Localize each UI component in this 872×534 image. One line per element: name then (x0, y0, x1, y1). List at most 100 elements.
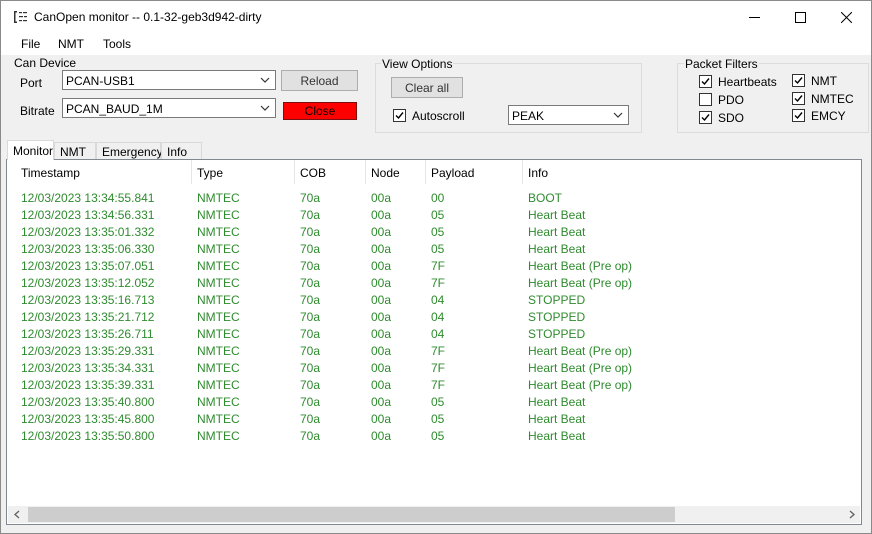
tab-info[interactable]: Info (161, 142, 202, 159)
nmt-checkbox[interactable] (792, 74, 805, 87)
cell-cob: 70a (300, 429, 321, 443)
column-header-info[interactable]: Info (523, 160, 861, 184)
table-row[interactable]: 12/03/2023 13:35:40.800 NMTEC 70a 00a 05 Hear… (7, 394, 861, 411)
scroll-left-button[interactable] (8, 506, 25, 523)
bitrate-select[interactable]: PCAN_BAUD_1M (62, 98, 276, 118)
cell-cob: 70a (300, 259, 321, 273)
column-header-type[interactable]: Type (192, 160, 295, 184)
heartbeats-label: Heartbeats (718, 75, 777, 89)
monitor-list[interactable]: Timestamp Type COB Node Payload Info 12/… (6, 159, 862, 525)
port-select[interactable]: PCAN-USB1 (62, 70, 276, 90)
checkmark-icon (794, 77, 803, 85)
cell-payload: 00 (431, 191, 445, 205)
tab-emergency[interactable]: Emergency (96, 142, 163, 159)
autoscroll-label: Autoscroll (412, 109, 465, 123)
menu-file[interactable]: File (21, 37, 40, 51)
cell-info: Heart Beat (Pre op) (528, 361, 633, 375)
checkmark-icon (701, 78, 710, 86)
port-label: Port (20, 76, 43, 90)
cell-cob: 70a (300, 412, 321, 426)
cell-timestamp: 12/03/2023 13:35:16.713 (21, 293, 155, 307)
reload-button[interactable]: Reload (281, 70, 358, 91)
tab-nmt[interactable]: NMT (54, 142, 96, 159)
cell-timestamp: 12/03/2023 13:35:12.052 (21, 276, 155, 290)
menu-nmt[interactable]: NMT (58, 37, 84, 51)
cell-node: 00a (371, 208, 392, 222)
table-row[interactable]: 12/03/2023 13:35:16.713 NMTEC 70a 00a 04 STOP… (7, 292, 861, 309)
tab-nmt-label: NMT (60, 145, 86, 159)
cell-node: 00a (371, 378, 392, 392)
maximize-button[interactable] (777, 1, 823, 33)
table-row[interactable]: 12/03/2023 13:35:01.332 NMTEC 70a 00a 05 Hear… (7, 224, 861, 241)
port-select-value: PCAN-USB1 (66, 74, 135, 88)
clear-all-button[interactable]: Clear all (391, 77, 463, 98)
cell-type: NMTEC (197, 293, 240, 307)
tab-monitor[interactable]: Monitor (7, 140, 54, 160)
cell-cob: 70a (300, 361, 321, 375)
autoscroll-checkbox[interactable] (393, 109, 406, 122)
table-row[interactable]: 12/03/2023 13:35:39.331 NMTEC 70a 00a 7F Hear… (7, 377, 861, 394)
title-bar[interactable]: CanOpen monitor -- 0.1-32-geb3d942-dirty (1, 1, 871, 33)
sdo-label: SDO (718, 111, 745, 125)
chevron-down-icon (260, 77, 270, 83)
table-row[interactable]: 12/03/2023 13:35:50.800 NMTEC 70a 00a 05 Hear… (7, 428, 861, 445)
cell-info: Heart Beat (Pre op) (528, 259, 633, 273)
menu-tools[interactable]: Tools (103, 37, 131, 51)
sdo-checkbox[interactable] (699, 111, 712, 124)
table-row[interactable]: 12/03/2023 13:35:07.051 NMTEC 70a 00a 7F Hear… (7, 258, 861, 275)
cell-info: Heart Beat (Pre op) (528, 378, 633, 392)
cell-timestamp: 12/03/2023 13:35:07.051 (21, 259, 155, 273)
table-row[interactable]: 12/03/2023 13:35:21.712 NMTEC 70a 00a 04 STOP… (7, 309, 861, 326)
cell-node: 00a (371, 327, 392, 341)
main-window: CanOpen monitor -- 0.1-32-geb3d942-dirty… (0, 0, 872, 534)
cell-cob: 70a (300, 225, 321, 239)
chevron-down-icon (260, 105, 270, 111)
chevron-down-icon (613, 112, 623, 118)
cell-cob: 70a (300, 327, 321, 341)
cell-payload: 05 (431, 242, 445, 256)
emcy-label: EMCY (811, 109, 846, 123)
pdo-label: PDO (718, 93, 745, 107)
cell-info: Heart Beat (528, 412, 586, 426)
table-row[interactable]: 12/03/2023 13:34:55.841 NMTEC 70a 00a 00 BOOT (7, 190, 861, 207)
maximize-icon (794, 11, 806, 23)
bitrate-label: Bitrate (20, 104, 55, 118)
cell-info: Heart Beat (528, 242, 586, 256)
close-device-button[interactable]: Close (283, 102, 357, 120)
column-header-timestamp[interactable]: Timestamp (16, 160, 192, 184)
minimize-button[interactable] (731, 1, 777, 33)
column-header-node[interactable]: Node (366, 160, 426, 184)
table-row[interactable]: 12/03/2023 13:35:12.052 NMTEC 70a 00a 7F Hear… (7, 275, 861, 292)
cell-type: NMTEC (197, 242, 240, 256)
table-row[interactable]: 12/03/2023 13:35:29.331 NMTEC 70a 00a 7F Hear… (7, 343, 861, 360)
nmtec-checkbox[interactable] (792, 92, 805, 105)
horizontal-scrollbar[interactable] (8, 506, 860, 523)
minimize-icon (748, 16, 760, 18)
table-row[interactable]: 12/03/2023 13:35:45.800 NMTEC 70a 00a 05 Hear… (7, 411, 861, 428)
heartbeats-checkbox[interactable] (699, 75, 712, 88)
table-row[interactable]: 12/03/2023 13:35:06.330 NMTEC 70a 00a 05 Hear… (7, 241, 861, 258)
cell-node: 00a (371, 395, 392, 409)
cell-node: 00a (371, 310, 392, 324)
pdo-checkbox[interactable] (699, 93, 712, 106)
nmt-label: NMT (811, 74, 837, 88)
list-header: Timestamp Type COB Node Payload Info (7, 160, 861, 184)
scroll-thumb[interactable] (28, 507, 675, 522)
table-row[interactable]: 12/03/2023 13:35:34.331 NMTEC 70a 00a 7F Hear… (7, 360, 861, 377)
column-header-cob[interactable]: COB (295, 160, 366, 184)
chevron-left-icon (13, 510, 19, 519)
column-header-payload[interactable]: Payload (426, 160, 523, 184)
driver-select[interactable]: PEAK (508, 105, 629, 125)
table-row[interactable]: 12/03/2023 13:34:56.331 NMTEC 70a 00a 05 Hear… (7, 207, 861, 224)
scroll-right-button[interactable] (843, 506, 860, 523)
cell-payload: 05 (431, 208, 445, 222)
cell-type: NMTEC (197, 191, 240, 205)
cell-payload: 04 (431, 293, 445, 307)
cell-cob: 70a (300, 395, 321, 409)
cell-payload: 7F (431, 259, 446, 273)
cell-timestamp: 12/03/2023 13:35:29.331 (21, 344, 155, 358)
table-row[interactable]: 12/03/2023 13:35:26.711 NMTEC 70a 00a 04 STOP… (7, 326, 861, 343)
close-window-button[interactable] (823, 1, 869, 33)
emcy-checkbox[interactable] (792, 109, 805, 122)
cell-type: NMTEC (197, 395, 240, 409)
